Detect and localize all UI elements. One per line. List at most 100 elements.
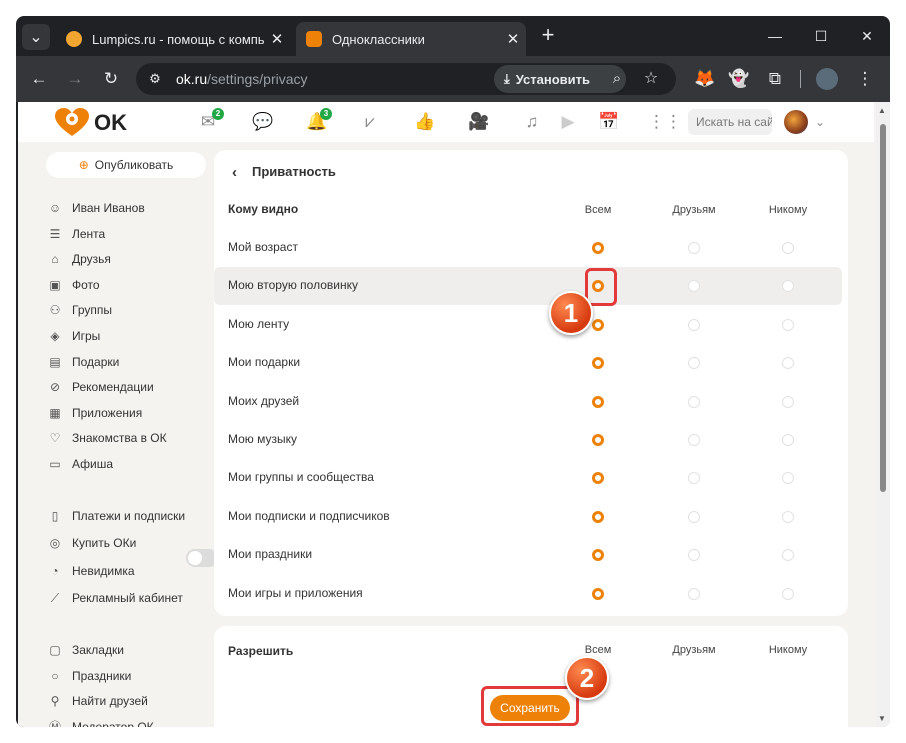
radio-everyone[interactable] [592, 318, 604, 331]
radio-friends[interactable] [688, 242, 700, 254]
radio-nobody[interactable] [782, 549, 794, 562]
radio-nobody[interactable] [782, 434, 794, 446]
sidebar-item[interactable]: ⚲ Найти друзей [48, 693, 148, 709]
tab-odnoklassniki[interactable]: Одноклассники ✕ [296, 22, 526, 56]
sidebar-item[interactable]: Ⓜ Модератор ОК [48, 719, 154, 727]
back-chevron-icon[interactable]: ‹ [232, 164, 237, 181]
save-button[interactable]: Сохранить [490, 695, 570, 721]
reload-icon[interactable]: ↻ [100, 68, 122, 90]
radio-friends[interactable] [688, 318, 700, 331]
profile-avatar[interactable] [816, 68, 838, 90]
sidebar-item[interactable]: ♡ Знакомства в ОК [48, 430, 167, 446]
apps-grid-icon[interactable]: ⋮⋮ [648, 112, 682, 132]
publish-button[interactable]: ⊕ Опубликовать [46, 152, 206, 178]
sidebar-item[interactable]: ▣ Фото [48, 277, 99, 293]
sidebar-item[interactable]: ▤ Подарки [48, 354, 119, 370]
sidebar-item[interactable]: ▯ Платежи и подписки [48, 508, 185, 524]
site-settings-icon[interactable]: ⚙ [144, 68, 166, 90]
minimize-button[interactable]: — [760, 24, 790, 48]
music-icon[interactable]: ♫ [522, 112, 542, 132]
sidebar-item[interactable]: ◔ Невидимка [48, 563, 134, 579]
sidebar-item[interactable]: ▢ Закладки [48, 642, 124, 658]
privacy-card: ‹ Приватность Кому видно Всем Друзьям Ни… [214, 150, 848, 616]
scroll-up-icon[interactable]: ▲ [878, 106, 886, 115]
radio-everyone[interactable] [592, 549, 604, 562]
new-tab-button[interactable]: + [536, 24, 560, 48]
radio-friends[interactable] [688, 395, 700, 408]
sidebar-item-label: Друзья [72, 252, 111, 267]
extension-ghost-icon[interactable]: 👻 [728, 68, 750, 90]
user-avatar[interactable] [784, 110, 808, 134]
megaphone-icon: ⟋ [50, 590, 60, 605]
radio-nobody[interactable] [782, 472, 794, 485]
radio-nobody[interactable] [782, 318, 794, 331]
sidebar-item[interactable]: ⚇ Группы [48, 302, 112, 318]
sidebar-item-label: Рекомендации [72, 380, 154, 395]
tab-lumpics[interactable]: Lumpics.ru - помощь с компьютером ✕ [56, 22, 290, 56]
scrollbar-thumb[interactable] [880, 124, 886, 492]
radio-friends[interactable] [688, 587, 700, 600]
url-text[interactable]: ok.ru/settings/privacy [176, 71, 308, 87]
add-user-icon: ⚲ [50, 694, 60, 709]
likes-icon[interactable]: 👍 [414, 112, 435, 132]
maximize-button[interactable]: ☐ [806, 24, 836, 48]
radio-everyone[interactable] [592, 587, 604, 600]
close-tab-icon[interactable]: ✕ [264, 30, 290, 48]
radio-nobody[interactable] [782, 357, 794, 370]
bookmark-star-icon[interactable]: ☆ [640, 68, 662, 90]
zoom-icon[interactable]: ⌕ [606, 68, 628, 90]
sidebar-item[interactable]: ☺ Иван Иванов [48, 200, 145, 216]
close-window-button[interactable]: ✕ [852, 24, 882, 48]
radio-friends[interactable] [688, 357, 700, 370]
forward-icon[interactable]: → [64, 68, 86, 90]
sidebar-item-label: Рекламный кабинет [72, 591, 183, 606]
sidebar-item[interactable]: ◈ Игры [48, 328, 100, 344]
sidebar-item[interactable]: ◎ Купить ОКи [48, 535, 137, 551]
radio-everyone[interactable] [592, 242, 604, 254]
sidebar-item[interactable]: ▭ Афиша [48, 456, 113, 472]
tab-search-button[interactable]: ⌄ [22, 24, 50, 50]
video-icon[interactable]: 🎥 [468, 112, 489, 132]
radio-everyone[interactable] [592, 357, 604, 370]
guests-icon[interactable]: ⩗ [360, 112, 380, 132]
radio-friends[interactable] [688, 549, 700, 562]
radio-nobody[interactable] [782, 242, 794, 254]
extension-fox-icon[interactable]: 🦊 [694, 68, 716, 90]
sidebar-item[interactable]: ▦ Приложения [48, 405, 142, 421]
discussions-icon[interactable]: 💬 [252, 112, 273, 132]
radio-friends[interactable] [688, 472, 700, 485]
chevron-down-icon[interactable]: ⌄ [810, 112, 830, 132]
sidebar-item[interactable]: ⟋ Рекламный кабинет [48, 590, 183, 606]
ok-logo[interactable]: OK [54, 108, 127, 138]
play-icon[interactable]: ▶ [558, 112, 578, 132]
radio-nobody[interactable] [782, 587, 794, 600]
privacy-row-label: Мои подписки и подписчиков [228, 508, 390, 523]
search-input[interactable]: Искать на сайте [688, 109, 772, 135]
menu-icon[interactable]: ⋮ [854, 68, 876, 90]
sidebar-item[interactable]: ⊘ Рекомендации [48, 379, 154, 395]
radio-friends[interactable] [688, 434, 700, 446]
calendar-icon[interactable]: 📅 [598, 112, 619, 132]
radio-nobody[interactable] [782, 510, 794, 523]
sidebar-item[interactable]: ○ Праздники [48, 668, 131, 684]
sidebar-item[interactable]: ⌂ Друзья [48, 251, 111, 267]
privacy-row-label: Мои группы и сообщества [228, 470, 374, 485]
radio-friends[interactable] [688, 510, 700, 523]
radio-everyone[interactable] [592, 395, 604, 408]
sidebar-item[interactable]: ☰ Лента [48, 226, 106, 242]
page-scrollbar[interactable]: ▲ ▼ [876, 102, 890, 727]
radio-friends[interactable] [688, 280, 700, 293]
radio-everyone[interactable] [592, 434, 604, 446]
radio-nobody[interactable] [782, 395, 794, 408]
back-icon[interactable]: ← [28, 68, 50, 90]
close-tab-icon[interactable]: ✕ [500, 30, 526, 48]
radio-nobody[interactable] [782, 280, 794, 293]
apps-icon: ▦ [49, 405, 61, 420]
sidebar-item-label: Подарки [72, 354, 120, 369]
radio-everyone[interactable] [592, 472, 604, 485]
sidebar-item-label: Игры [72, 329, 101, 343]
address-bar[interactable]: ⚙ ok.ru/settings/privacy ⤓ Установить ⌕ … [136, 63, 676, 95]
extensions-puzzle-icon[interactable]: ⧉ [764, 68, 786, 90]
radio-everyone[interactable] [592, 510, 604, 523]
scroll-down-icon[interactable]: ▼ [878, 714, 886, 723]
